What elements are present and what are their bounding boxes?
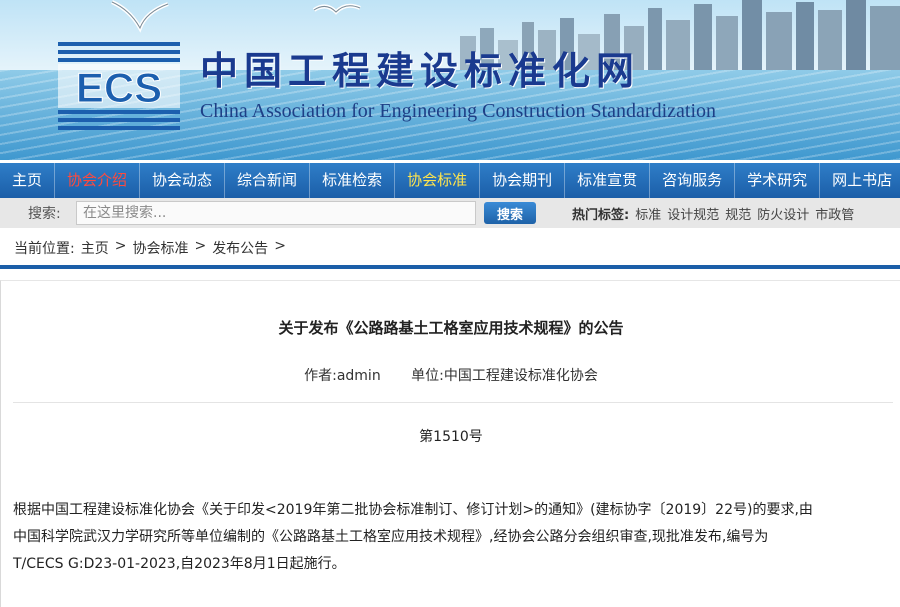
article-panel: 关于发布《公路路基土工格室应用技术规程》的公告 作者:admin 单位:中国工程… — [0, 280, 900, 607]
announcement-number: 第1510号 — [419, 429, 483, 445]
nav-item-bookstore[interactable]: 网上书店 — [820, 163, 900, 198]
breadcrumb: 当前位置: 主页 > 协会标准 > 发布公告 > — [14, 238, 286, 258]
search-bar: 搜索: 搜索 热门标签: 标准 设计规范 规范 防火设计 市政管 — [0, 198, 900, 228]
article-divider — [13, 402, 893, 403]
breadcrumb-separator: > — [114, 238, 127, 254]
breadcrumb-link-announcements[interactable]: 发布公告 — [212, 238, 268, 258]
seagull-icon — [111, 0, 169, 33]
search-button[interactable]: 搜索 — [484, 202, 536, 224]
article-title: 关于发布《公路路基土工格室应用技术规程》的公告 — [278, 319, 624, 337]
site-subtitle: China Association for Engineering Constr… — [200, 100, 717, 122]
svg-text:ECS: ECS — [76, 64, 162, 111]
article-body: 根据中国工程建设标准化协会《关于印发<2019年第二批协会标准制订、修订计划>的… — [13, 497, 898, 578]
article-body-line: 根据中国工程建设标准化协会《关于印发<2019年第二批协会标准制订、修订计划>的… — [13, 502, 813, 518]
article-author: 作者:admin — [304, 368, 381, 384]
nav-item-association-standards[interactable]: 协会标准 — [395, 163, 481, 198]
breadcrumb-separator: > — [274, 238, 286, 254]
nav-item-general-news[interactable]: 综合新闻 — [225, 163, 311, 198]
nav-item-research[interactable]: 学术研究 — [735, 163, 821, 198]
search-input[interactable] — [76, 201, 476, 225]
article-meta: 作者:admin 单位:中国工程建设标准化协会 — [1, 365, 900, 385]
nav-item-consulting[interactable]: 咨询服务 — [650, 163, 736, 198]
nav-item-standard-search[interactable]: 标准检索 — [310, 163, 396, 198]
nav-item-journal[interactable]: 协会期刊 — [480, 163, 566, 198]
article-body-line: T/CECS G:D23-01-2023,自2023年8月1日起施行。 — [13, 556, 346, 572]
nav-item-about[interactable]: 协会介绍 — [55, 163, 141, 198]
search-label: 搜索: — [28, 206, 61, 222]
site-title: 中国工程建设标准化网 — [200, 48, 641, 93]
hot-tag-link[interactable]: 市政管 — [815, 204, 854, 223]
article-body-line: 中国科学院武汉力学研究所等单位编制的《公路路基土工格室应用技术规程》,经协会公路… — [13, 529, 769, 545]
hot-tag-link[interactable]: 设计规范 — [667, 204, 719, 223]
nav-item-news[interactable]: 协会动态 — [140, 163, 226, 198]
nav-item-home[interactable]: 主页 — [0, 163, 56, 198]
article-unit: 单位:中国工程建设标准化协会 — [411, 368, 598, 384]
main-nav: 主页 协会介绍 协会动态 综合新闻 标准检索 协会标准 协会期刊 标准宣贯 咨询… — [0, 163, 900, 198]
seagull-icon — [312, 3, 361, 15]
hot-tags-label: 热门标签: — [572, 207, 630, 223]
breadcrumb-prefix: 当前位置: — [14, 241, 75, 257]
hot-tag-link[interactable]: 防火设计 — [757, 204, 809, 223]
hot-tag-link[interactable]: 规范 — [725, 204, 751, 223]
breadcrumb-divider — [0, 265, 900, 269]
breadcrumb-link-standards[interactable]: 协会标准 — [132, 238, 188, 258]
header-banner: ECS 中国工程建设标准化网 China Association for Eng… — [0, 0, 900, 160]
nav-item-publicity[interactable]: 标准宣贯 — [565, 163, 651, 198]
breadcrumb-link-home[interactable]: 主页 — [81, 238, 109, 258]
breadcrumb-separator: > — [194, 238, 207, 254]
ecs-logo: ECS — [58, 42, 180, 130]
hot-tag-link[interactable]: 标准 — [635, 204, 661, 223]
